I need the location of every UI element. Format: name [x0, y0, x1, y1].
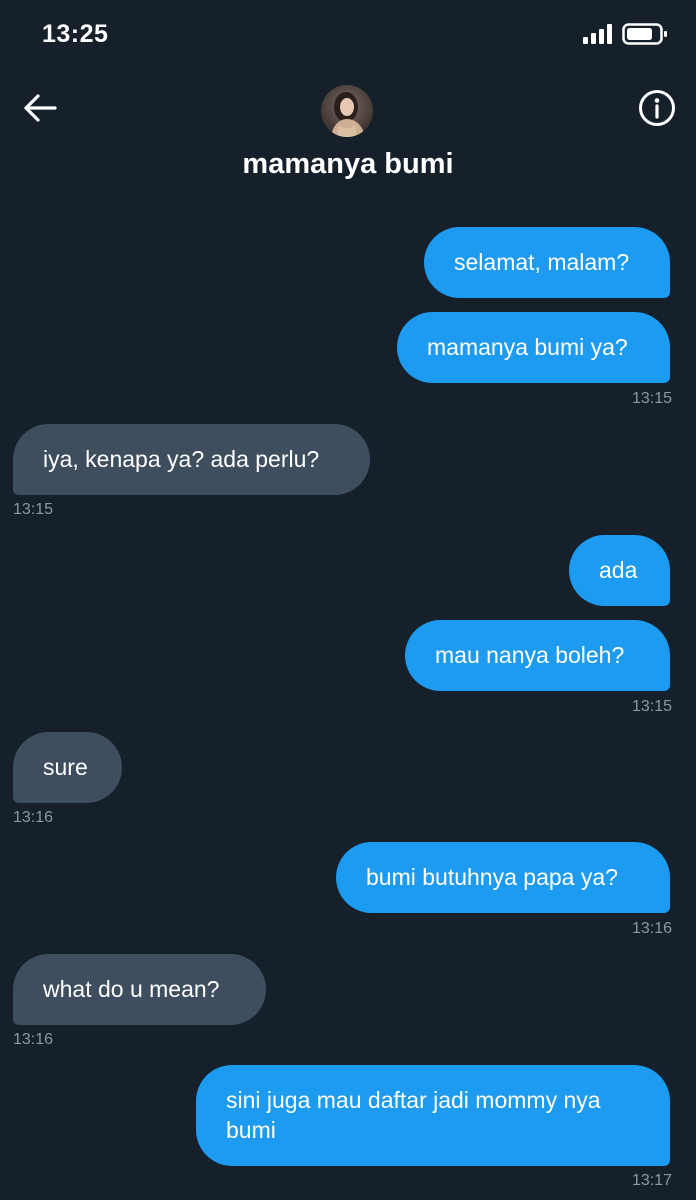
message-timestamp: 13:16 — [631, 920, 672, 937]
message-timestamp: 13:16 — [13, 1031, 54, 1048]
status-time: 13:25 — [42, 20, 109, 48]
info-icon[interactable] — [636, 87, 678, 129]
message-text: sure — [43, 754, 88, 780]
message-text: bumi butuhnya papa ya? — [366, 864, 618, 890]
message-bubble-outgoing[interactable]: mau nanya boleh? — [405, 620, 670, 691]
message-bubble-outgoing[interactable]: selamat, malam? — [424, 227, 670, 298]
message-bubble-outgoing[interactable]: ada — [569, 535, 670, 606]
message-bubble-outgoing[interactable]: bumi butuhnya papa ya? — [336, 842, 670, 913]
message-text: what do u mean? — [43, 976, 220, 1002]
message-bubble-incoming[interactable]: sure — [13, 732, 122, 803]
contact-name[interactable]: mamanya bumi — [0, 148, 696, 181]
status-bar: 13:25 — [0, 0, 696, 70]
avatar[interactable] — [321, 85, 373, 137]
battery-icon — [622, 23, 667, 45]
message-timestamp: 13:16 — [13, 809, 54, 826]
message-timestamp: 13:15 — [13, 501, 54, 518]
message-text: iya, kenapa ya? ada perlu? — [43, 446, 320, 472]
message-timestamp: 13:17 — [631, 1172, 672, 1189]
message-timestamp: 13:15 — [631, 698, 672, 715]
cellular-signal-icon — [583, 24, 612, 44]
avatar-photo — [321, 85, 373, 137]
message-bubble-incoming[interactable]: iya, kenapa ya? ada perlu? — [13, 424, 370, 495]
message-text: ada — [599, 557, 638, 583]
message-timestamp: 13:15 — [631, 390, 672, 407]
message-text: sini juga mau daftar jadi mommy nya bumi — [226, 1087, 601, 1143]
message-text: selamat, malam? — [454, 249, 630, 275]
message-bubble-incoming[interactable]: what do u mean? — [13, 954, 266, 1025]
message-bubble-outgoing[interactable]: sini juga mau daftar jadi mommy nya bumi — [196, 1065, 670, 1166]
message-text: mau nanya boleh? — [435, 642, 625, 668]
message-text: mamanya bumi ya? — [427, 334, 628, 360]
message-bubble-outgoing[interactable]: mamanya bumi ya? — [397, 312, 670, 383]
back-arrow-icon[interactable] — [20, 88, 60, 128]
